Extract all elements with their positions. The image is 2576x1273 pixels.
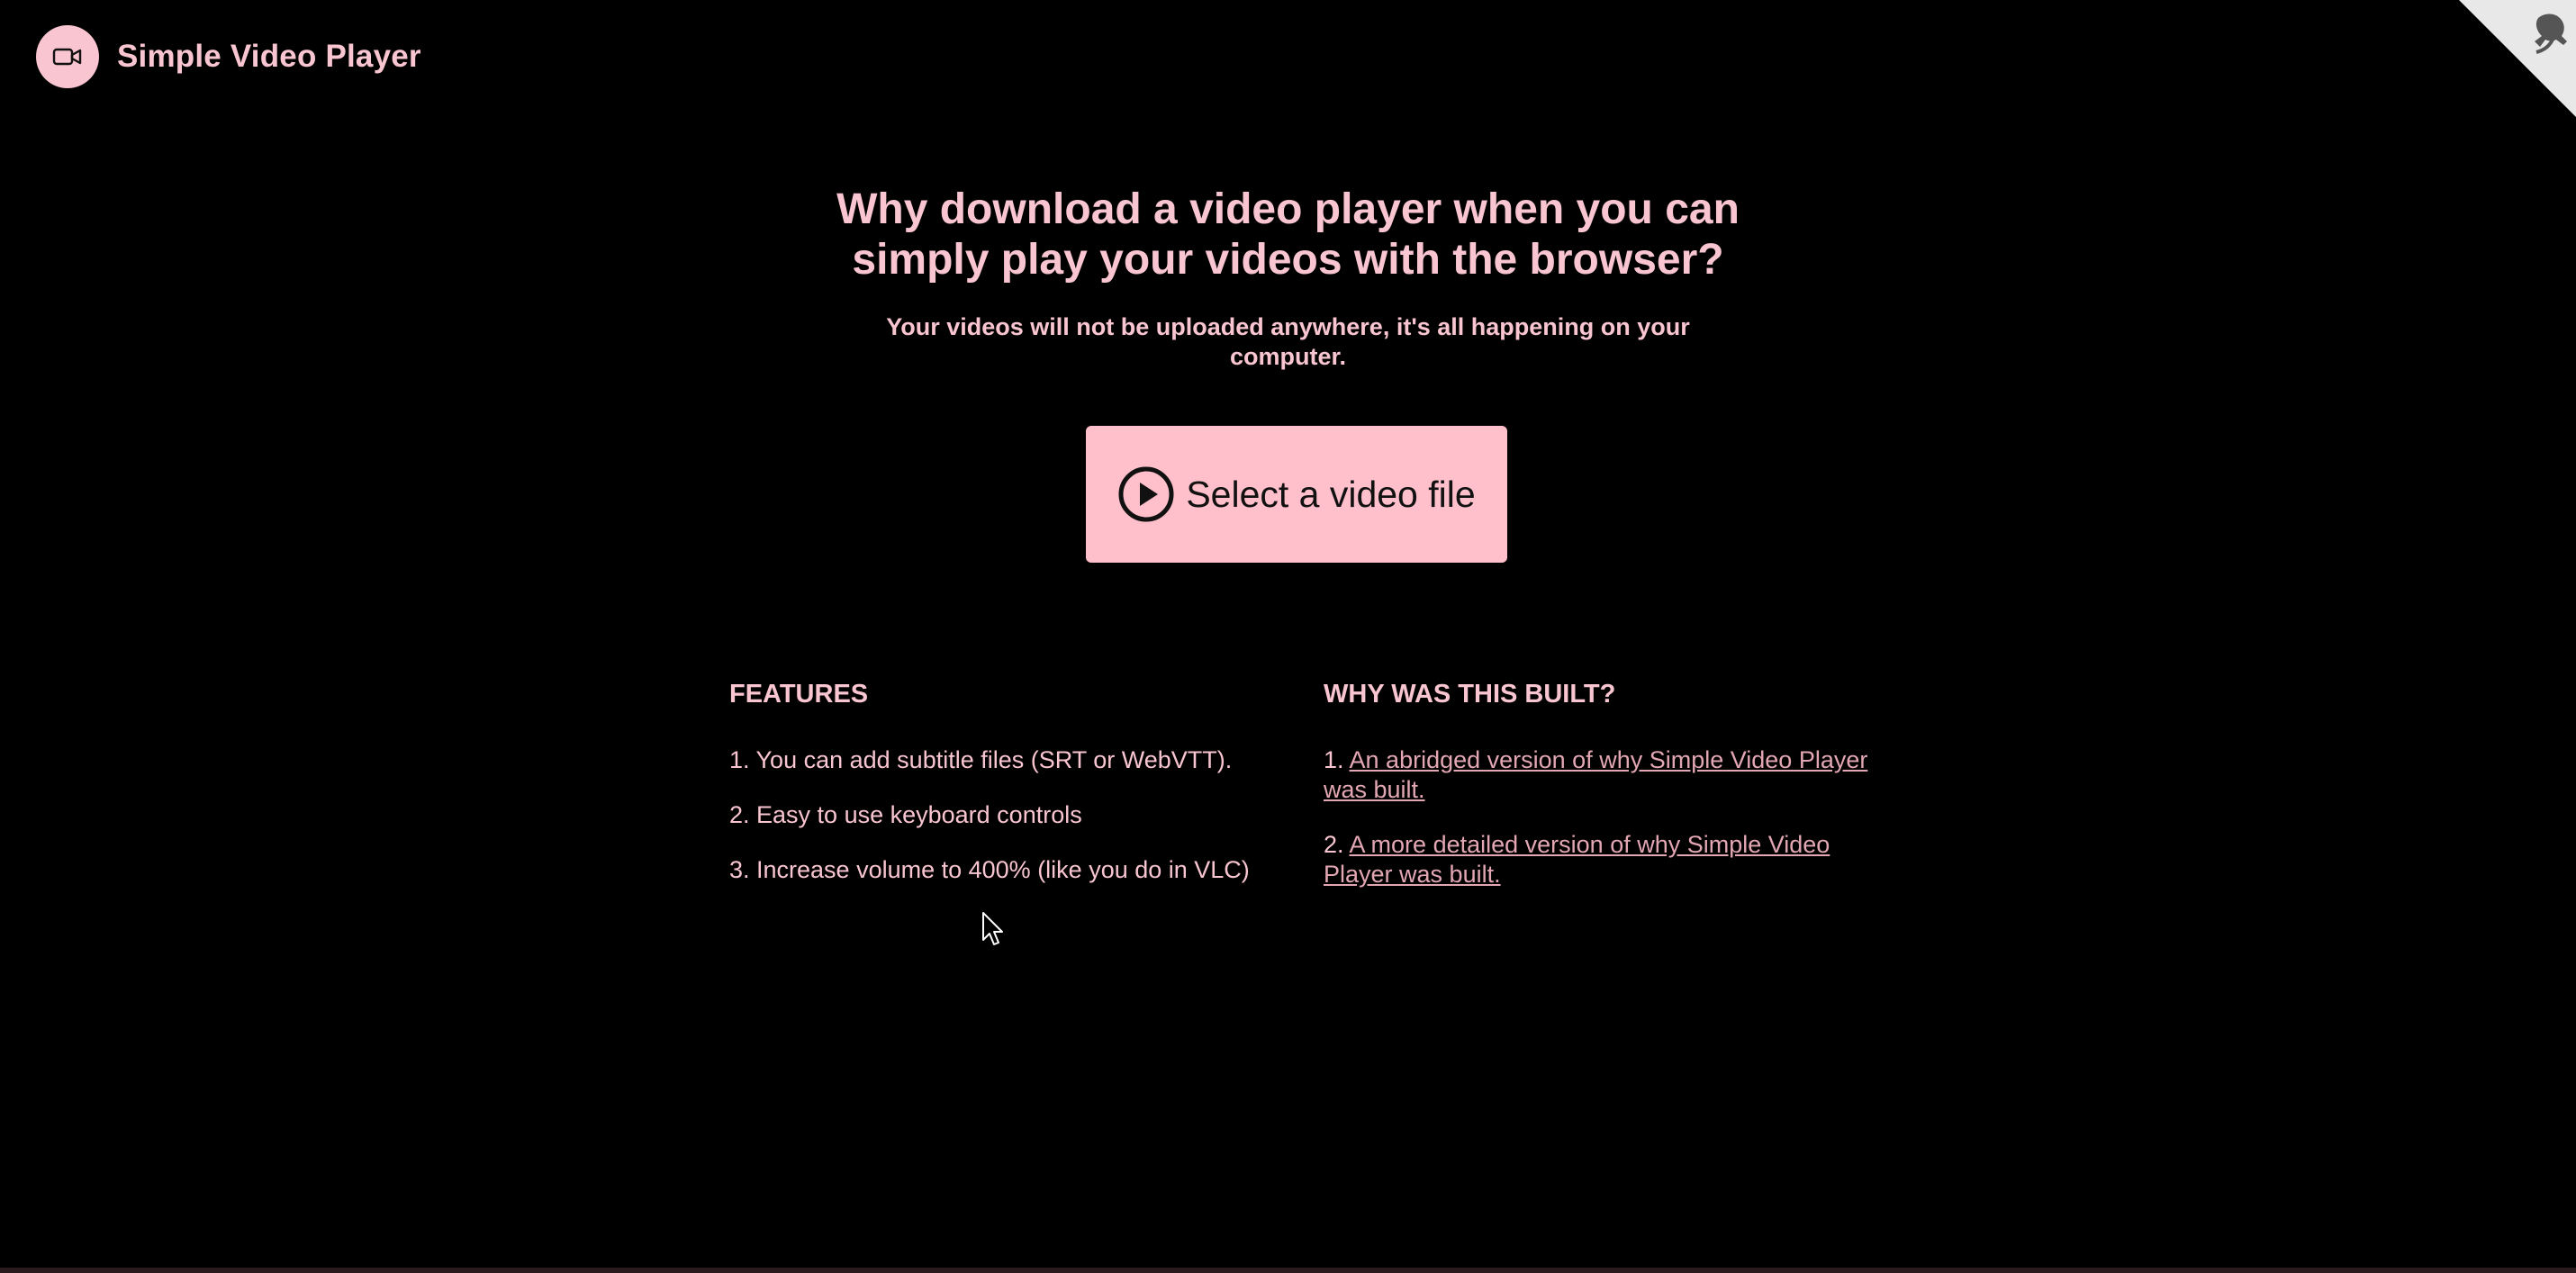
privacy-note: Your videos will not be uploaded anywher… xyxy=(886,313,1690,370)
app-page: Simple Video Player Why download a video… xyxy=(0,0,2576,1273)
why-item: 2. A more detailed version of why Simple… xyxy=(1324,830,1873,889)
mouse-cursor-icon xyxy=(982,912,1003,945)
select-button-label: Select a video file xyxy=(1186,473,1476,515)
video-camera-icon xyxy=(36,25,99,88)
features-section: FEATURES 1. You can add subtitle files (… xyxy=(729,675,1279,910)
why-item: 1. An abridged version of why Simple Vid… xyxy=(1324,745,1873,805)
why-item-number: 1. xyxy=(1324,746,1350,773)
window-bottom-edge xyxy=(0,1268,2576,1273)
features-title: FEATURES xyxy=(729,680,869,709)
why-item-number: 2. xyxy=(1324,831,1350,858)
abridged-version-link[interactable]: An abridged version of why Simple Video … xyxy=(1324,746,1867,803)
github-corner-link[interactable] xyxy=(2459,0,2576,117)
detailed-version-link[interactable]: A more detailed version of why Simple Vi… xyxy=(1324,831,1830,888)
app-title: Simple Video Player xyxy=(117,39,421,74)
headline: Why download a video player when you can… xyxy=(836,185,1740,284)
why-section: WHY WAS THIS BUILT? 1. An abridged versi… xyxy=(1324,675,1873,915)
feature-item: 2. Easy to use keyboard controls xyxy=(729,801,1082,828)
feature-item: 3. Increase volume to 400% (like you do … xyxy=(729,856,1250,883)
why-title: WHY WAS THIS BUILT? xyxy=(1324,680,1616,709)
brand[interactable]: Simple Video Player xyxy=(36,25,421,88)
play-circle-icon xyxy=(1118,466,1174,522)
feature-item: 1. You can add subtitle files (SRT or We… xyxy=(729,746,1233,773)
hero-section: Why download a video player when you can… xyxy=(0,185,2576,372)
select-video-file-button[interactable]: Select a video file xyxy=(1086,426,1507,563)
